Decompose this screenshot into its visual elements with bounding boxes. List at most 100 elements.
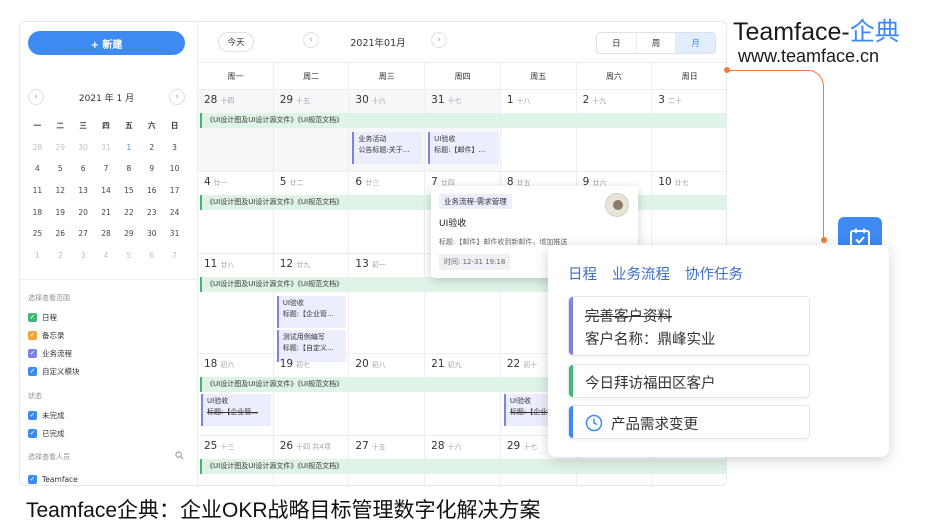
prev-month-button[interactable]: ‹ bbox=[303, 32, 319, 48]
filter-item[interactable]: ✓ 业务流程 bbox=[28, 348, 72, 359]
mini-day[interactable]: 28 bbox=[26, 137, 49, 159]
filter-item[interactable]: ✓ 自定义模块 bbox=[28, 366, 80, 377]
filter-item[interactable]: ✓ 日程 bbox=[28, 312, 57, 323]
checkbox-icon[interactable]: ✓ bbox=[28, 331, 37, 340]
day-cell[interactable]: 29 十五 bbox=[273, 90, 350, 171]
mini-day[interactable]: 13 bbox=[72, 180, 95, 202]
mini-day[interactable]: 15 bbox=[117, 180, 140, 202]
mini-day[interactable]: 11 bbox=[26, 180, 49, 202]
mini-day[interactable]: 22 bbox=[117, 202, 140, 224]
mini-day[interactable]: 2 bbox=[49, 245, 72, 267]
event-card[interactable]: UI验收 标题:【邮件】... bbox=[428, 132, 498, 164]
task-card-visit[interactable]: 今日拜访福田区客户 bbox=[568, 364, 810, 398]
mini-day[interactable]: 26 bbox=[49, 223, 72, 245]
day-cell[interactable]: 1 十八 bbox=[501, 90, 577, 171]
day-cell[interactable]: 21 初九 bbox=[425, 354, 501, 435]
checkbox-icon[interactable]: ✓ bbox=[28, 313, 37, 322]
mini-day[interactable]: 5 bbox=[49, 158, 72, 180]
today-button[interactable]: 今天 bbox=[218, 32, 254, 52]
day-cell[interactable]: 20 初八 bbox=[349, 354, 426, 435]
mini-day[interactable]: 6 bbox=[140, 245, 163, 267]
filter-item[interactable]: ✓ 备忘录 bbox=[28, 330, 65, 341]
day-cell[interactable]: 3 二十 bbox=[652, 90, 726, 171]
mini-day[interactable]: 20 bbox=[72, 202, 95, 224]
day-cell[interactable]: 19 初七 bbox=[274, 354, 350, 435]
mini-day[interactable]: 3 bbox=[163, 137, 186, 159]
mini-day[interactable]: 2 bbox=[140, 137, 163, 159]
status-item[interactable]: ✓ 未完成 bbox=[28, 410, 65, 421]
day-number: 1 十八 bbox=[507, 94, 531, 106]
tab-collab-task[interactable]: 协作任务 bbox=[685, 263, 743, 284]
view-week-tab[interactable]: 周 bbox=[637, 33, 677, 53]
day-cell[interactable]: 11 廿八 bbox=[198, 254, 274, 353]
checkbox-icon[interactable]: ✓ bbox=[28, 367, 37, 376]
mini-day-today[interactable]: 1 bbox=[117, 137, 140, 159]
mini-day[interactable]: 30 bbox=[72, 137, 95, 159]
mini-day[interactable]: 31 bbox=[95, 137, 118, 159]
mini-day[interactable]: 27 bbox=[72, 223, 95, 245]
mini-day[interactable]: 9 bbox=[140, 158, 163, 180]
mini-day[interactable]: 29 bbox=[49, 137, 72, 159]
day-cell[interactable]: 28 十四 bbox=[198, 90, 274, 171]
mini-day[interactable]: 10 bbox=[163, 158, 186, 180]
mini-day[interactable]: 23 bbox=[140, 202, 163, 224]
mini-day[interactable]: 12 bbox=[49, 180, 72, 202]
mini-day[interactable]: 5 bbox=[117, 245, 140, 267]
mini-next-month-button[interactable]: › bbox=[169, 89, 185, 105]
day-cell[interactable]: 2 十九 bbox=[577, 90, 653, 171]
mini-day[interactable]: 8 bbox=[117, 158, 140, 180]
search-icon[interactable] bbox=[175, 451, 184, 463]
day-cell[interactable]: 4 廿一 bbox=[198, 172, 274, 253]
next-month-button[interactable]: › bbox=[431, 32, 447, 48]
mini-day[interactable]: 24 bbox=[163, 202, 186, 224]
task-panel: 日程 业务流程 协作任务 完善客户资料 客户名称：鼎峰实业 今日拜访福田区客户 … bbox=[548, 245, 889, 457]
mini-day[interactable]: 19 bbox=[49, 202, 72, 224]
mini-day[interactable]: 28 bbox=[95, 223, 118, 245]
view-month-tab[interactable]: 月 bbox=[676, 33, 715, 53]
mini-day[interactable]: 6 bbox=[72, 158, 95, 180]
task-card-customer[interactable]: 完善客户资料 客户名称：鼎峰实业 bbox=[568, 296, 810, 356]
mini-day[interactable]: 18 bbox=[26, 202, 49, 224]
mini-day[interactable]: 4 bbox=[26, 158, 49, 180]
day-cell[interactable]: 10 廿七 bbox=[652, 172, 726, 253]
status-item[interactable]: ✓ 已完成 bbox=[28, 428, 65, 439]
person-checkbox-icon[interactable]: ✓ bbox=[28, 475, 37, 484]
mini-day[interactable]: 31 bbox=[163, 223, 186, 245]
mini-day[interactable]: 21 bbox=[95, 202, 118, 224]
mini-prev-month-button[interactable]: ‹ bbox=[28, 89, 44, 105]
mini-day[interactable]: 7 bbox=[95, 158, 118, 180]
brand-title: Teamface-企典 bbox=[733, 12, 900, 48]
spanning-event-bar[interactable]: 《UI设计图及UI设计源文件》《UI规范文档》 bbox=[200, 113, 726, 128]
event-card[interactable]: UI验收 标题:【企业管... bbox=[276, 296, 347, 328]
day-cell[interactable]: 5 廿二 bbox=[274, 172, 350, 253]
mini-day[interactable]: 16 bbox=[140, 180, 163, 202]
checkbox-icon[interactable]: ✓ bbox=[28, 349, 37, 358]
mini-day[interactable]: 17 bbox=[163, 180, 186, 202]
tab-business-process[interactable]: 业务流程 bbox=[612, 263, 670, 284]
lunar-date: 初九 bbox=[447, 361, 462, 369]
checkbox-icon[interactable]: ✓ bbox=[28, 411, 37, 420]
tab-schedule[interactable]: 日程 bbox=[568, 263, 597, 284]
spanning-event-bar[interactable]: 《UI设计图及UI设计源文件》《UI规范文档》 bbox=[200, 459, 726, 474]
task-card-requirement[interactable]: 产品需求变更 bbox=[568, 405, 810, 439]
mini-day[interactable]: 3 bbox=[72, 245, 95, 267]
mini-day[interactable]: 4 bbox=[95, 245, 118, 267]
day-cell[interactable]: 13 初一 bbox=[349, 254, 426, 353]
day-number-text: 11 bbox=[204, 258, 218, 270]
checkbox-icon[interactable]: ✓ bbox=[28, 429, 37, 438]
mini-day[interactable]: 25 bbox=[26, 223, 49, 245]
mini-day[interactable]: 7 bbox=[163, 245, 186, 267]
mini-day[interactable]: 14 bbox=[95, 180, 118, 202]
new-button[interactable]: + 新建 bbox=[28, 31, 185, 55]
event-card[interactable]: UI验收 标题:【企业管... bbox=[201, 394, 271, 426]
mini-day[interactable]: 1 bbox=[26, 245, 49, 267]
slide: + 新建 ‹ 2021 年 1 月 › 一二三四五六日 28 29 30 31 1 2 3 4 5… bbox=[0, 0, 941, 527]
popover-body: 标题:【邮件】邮件收到新邮件，增加推送 bbox=[439, 238, 568, 246]
mini-day[interactable]: 29 bbox=[117, 223, 140, 245]
person-item[interactable]: ✓ Teamface bbox=[28, 475, 78, 484]
mini-day[interactable]: 30 bbox=[140, 223, 163, 245]
day-cell[interactable]: 6 廿三 bbox=[349, 172, 426, 253]
view-day-tab[interactable]: 日 bbox=[597, 33, 637, 53]
weekday-header: 周日 bbox=[652, 63, 726, 89]
event-card[interactable]: 业务活动 公告标题:关于... bbox=[352, 132, 423, 164]
